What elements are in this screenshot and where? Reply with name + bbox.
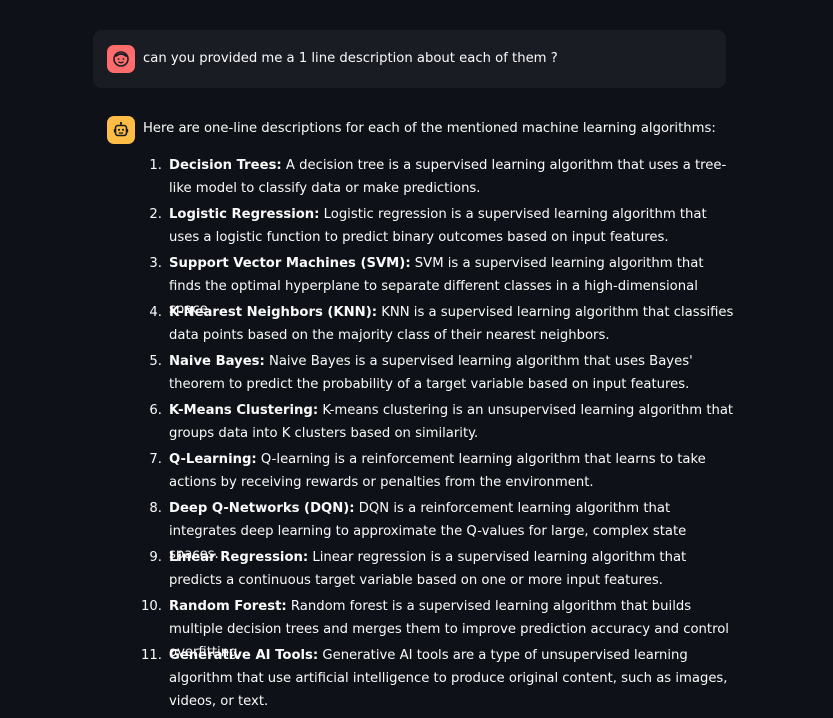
algorithm-name: Logistic Regression: — [169, 207, 320, 222]
list-item-number: 6. — [149, 403, 162, 418]
list-item-number: 11. — [141, 648, 162, 663]
list-item: 2. Logistic Regression: Logistic regress… — [125, 203, 730, 252]
list-item: 3. Support Vector Machines (SVM): SVM is… — [125, 252, 730, 317]
list-item-content: Decision Trees: A decision tree is a sup… — [169, 154, 734, 200]
list-item-content: Q-Learning: Q-learning is a reinforcemen… — [169, 448, 734, 494]
list-item-number: 9. — [149, 550, 162, 565]
list-item: 5. Naive Bayes: Naive Bayes is a supervi… — [125, 350, 730, 399]
list-item-content: Generative AI Tools: Generative AI tools… — [169, 644, 734, 713]
algorithm-list: 1. Decision Trees: A decision tree is a … — [125, 154, 733, 709]
list-item-number: 1. — [149, 158, 162, 173]
list-item: 1. Decision Trees: A decision tree is a … — [125, 154, 730, 203]
list-item-number: 4. — [149, 305, 162, 320]
list-item: 10. Random Forest: Random forest is a su… — [125, 595, 730, 660]
list-item-number: 7. — [149, 452, 162, 467]
user-face-icon — [113, 51, 129, 67]
robot-icon — [113, 121, 129, 137]
algorithm-name: K-Means Clustering: — [169, 403, 319, 418]
algorithm-name: Decision Trees: — [169, 158, 282, 173]
list-item-number: 5. — [149, 354, 162, 369]
list-item: 11. Generative AI Tools: Generative AI t… — [125, 644, 730, 709]
list-item: 7. Q-Learning: Q-learning is a reinforce… — [125, 448, 730, 497]
chat-page: can you provided me a 1 line description… — [0, 0, 833, 718]
list-item-content: Logistic Regression: Logistic regression… — [169, 203, 734, 249]
list-item-content: Naive Bayes: Naive Bayes is a supervised… — [169, 350, 734, 396]
algorithm-name: Support Vector Machines (SVM): — [169, 256, 411, 271]
algorithm-name: Q-Learning: — [169, 452, 257, 467]
algorithm-name: Generative AI Tools: — [169, 648, 319, 663]
list-item-content: K-Means Clustering: K-means clustering i… — [169, 399, 734, 445]
list-item-content: Linear Regression: Linear regression is … — [169, 546, 734, 592]
assistant-intro-text: Here are one-line descriptions for each … — [143, 121, 716, 136]
list-item: 6. K-Means Clustering: K-means clusterin… — [125, 399, 733, 448]
algorithm-name: Naive Bayes: — [169, 354, 265, 369]
list-item: 4. K-Nearest Neighbors (KNN): KNN is a s… — [125, 301, 733, 350]
list-item-number: 8. — [149, 501, 162, 516]
list-item-number: 2. — [149, 207, 162, 222]
list-item: 8. Deep Q-Networks (DQN): DQN is a reinf… — [125, 497, 730, 562]
user-message: can you provided me a 1 line description… — [93, 30, 726, 88]
list-item-number: 3. — [149, 256, 162, 271]
user-avatar — [107, 45, 135, 73]
algorithm-name: Deep Q-Networks (DQN): — [169, 501, 355, 516]
algorithm-name: K-Nearest Neighbors (KNN): — [169, 305, 378, 320]
algorithm-name: Random Forest: — [169, 599, 287, 614]
assistant-avatar — [107, 116, 135, 144]
list-item-content: K-Nearest Neighbors (KNN): KNN is a supe… — [169, 301, 734, 347]
algorithm-name: Linear Regression: — [169, 550, 309, 565]
user-message-text: can you provided me a 1 line description… — [143, 51, 558, 66]
list-item: 9. Linear Regression: Linear regression … — [125, 546, 730, 595]
list-item-number: 10. — [141, 599, 162, 614]
